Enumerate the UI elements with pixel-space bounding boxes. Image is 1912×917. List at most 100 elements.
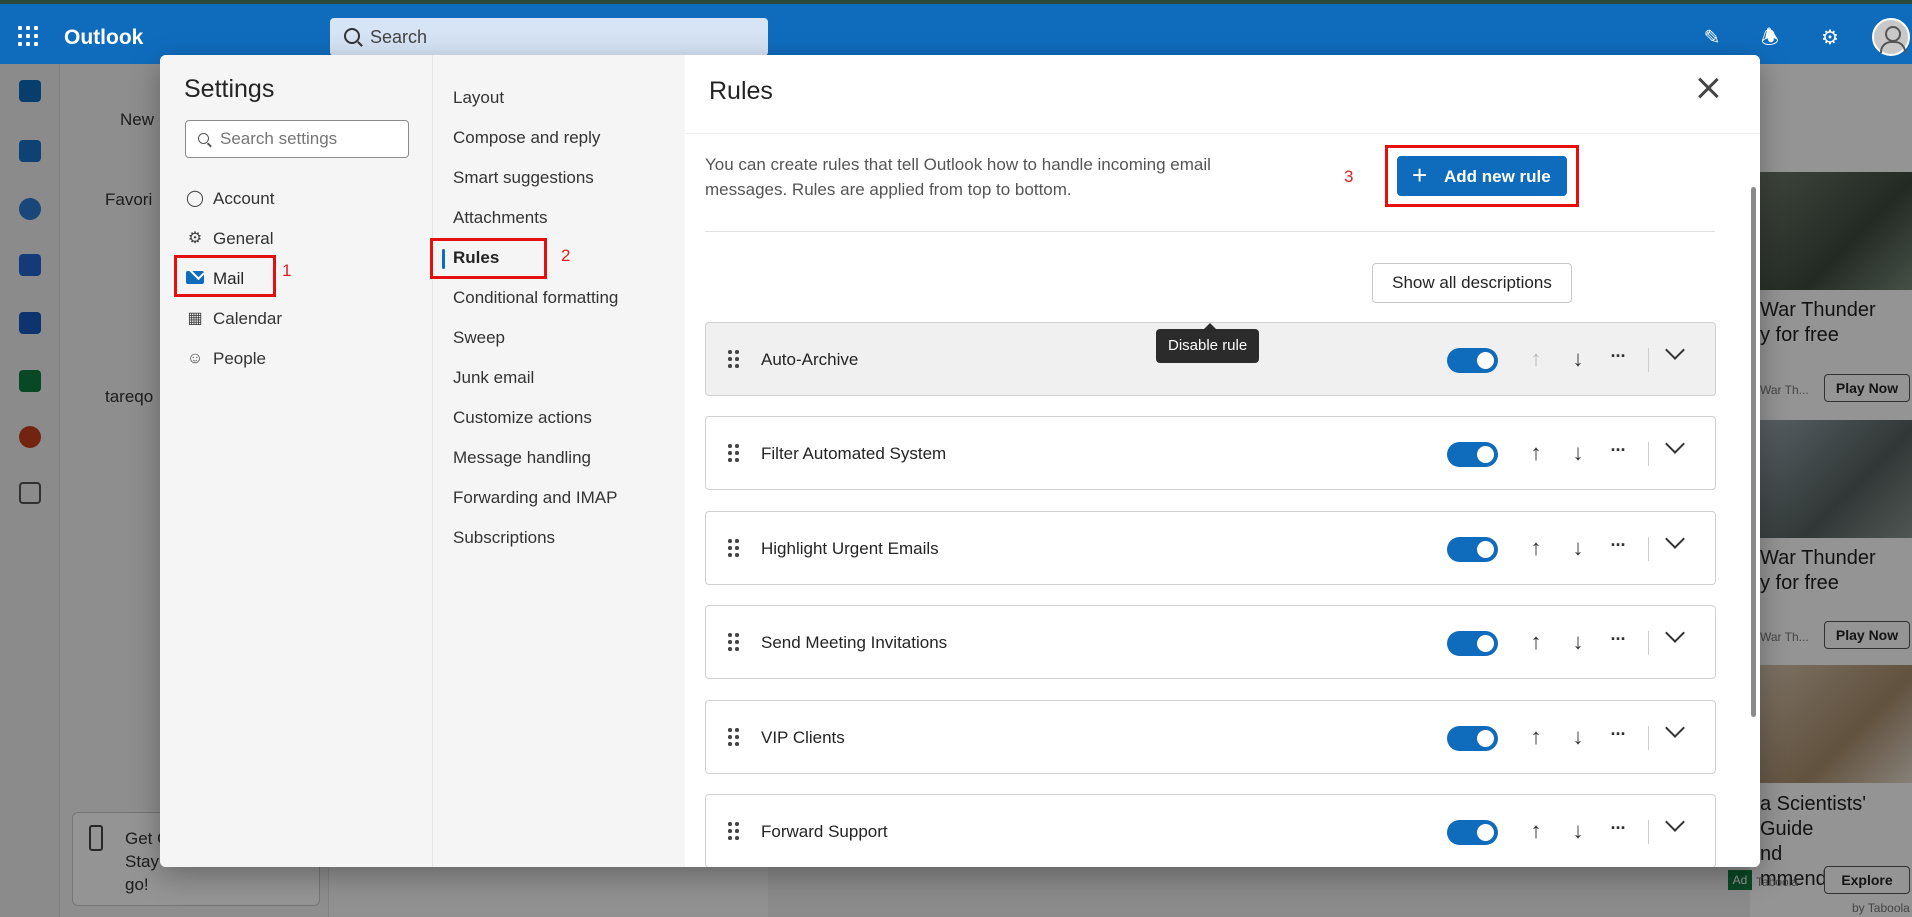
avatar[interactable] xyxy=(1872,18,1910,56)
rules-title: Rules xyxy=(709,77,773,105)
people-icon: ☺ xyxy=(186,350,204,367)
move-up-icon[interactable]: ↑ xyxy=(1524,439,1548,467)
add-new-rule-button[interactable]: + Add new rule xyxy=(1397,156,1567,196)
move-up-icon[interactable]: ↑ xyxy=(1524,723,1548,751)
section-message-handling[interactable]: Message handling xyxy=(453,448,591,468)
annotation-number: 2 xyxy=(561,246,571,265)
settings-search-box[interactable] xyxy=(185,120,409,158)
rule-toggle[interactable] xyxy=(1447,726,1498,751)
rule-row[interactable]: Send Meeting Invitations ↑ ↓ ··· xyxy=(705,605,1716,679)
section-conditional-formatting[interactable]: Conditional formatting xyxy=(453,288,618,308)
section-subscriptions[interactable]: Subscriptions xyxy=(453,528,555,548)
section-customize-actions[interactable]: Customize actions xyxy=(453,408,592,428)
search-icon xyxy=(198,133,209,144)
move-up-icon[interactable]: ↑ xyxy=(1524,534,1548,562)
move-up-icon[interactable]: ↑ xyxy=(1524,628,1548,656)
more-options-icon[interactable]: ··· xyxy=(1606,817,1630,845)
settings-search-input[interactable] xyxy=(220,129,400,149)
rule-row[interactable]: VIP Clients ↑ ↓ ··· xyxy=(705,700,1716,774)
app-brand: Outlook xyxy=(64,26,144,49)
section-attachments[interactable]: Attachments xyxy=(453,208,548,228)
section-compose[interactable]: Compose and reply xyxy=(453,128,600,148)
section-junk-email[interactable]: Junk email xyxy=(453,368,534,388)
move-down-icon[interactable]: ↓ xyxy=(1566,345,1590,373)
more-options-icon[interactable]: ··· xyxy=(1606,345,1630,373)
move-up-icon[interactable]: ↑ xyxy=(1524,345,1548,373)
category-calendar[interactable]: ▦ Calendar xyxy=(185,302,385,336)
rule-name: Auto-Archive xyxy=(761,350,859,369)
chevron-down-icon[interactable] xyxy=(1665,623,1685,643)
rule-name: Filter Automated System xyxy=(761,444,947,463)
drag-handle-icon[interactable] xyxy=(728,350,740,368)
show-all-descriptions-button[interactable]: Show all descriptions xyxy=(1372,263,1572,303)
rule-name: VIP Clients xyxy=(761,728,845,747)
move-up-icon[interactable]: ↑ xyxy=(1524,817,1548,845)
rule-name: Highlight Urgent Emails xyxy=(761,539,939,558)
settings-categories: Settings ◯ Account ⚙ General Mail ▦ Cale… xyxy=(160,55,432,867)
divider xyxy=(1648,348,1649,372)
divider xyxy=(1648,726,1649,750)
move-down-icon[interactable]: ↓ xyxy=(1566,723,1590,751)
annotation-number: 1 xyxy=(282,261,292,280)
more-options-icon[interactable]: ··· xyxy=(1606,439,1630,467)
rule-toggle[interactable] xyxy=(1447,631,1498,656)
more-options-icon[interactable]: ··· xyxy=(1606,723,1630,751)
chevron-down-icon[interactable] xyxy=(1665,340,1685,360)
move-down-icon[interactable]: ↓ xyxy=(1566,628,1590,656)
calendar-icon: ▦ xyxy=(187,310,203,327)
rule-row[interactable]: Highlight Urgent Emails ↑ ↓ ··· xyxy=(705,511,1716,585)
divider xyxy=(1648,442,1649,466)
gear-icon[interactable]: ⚙ xyxy=(1818,26,1842,50)
search-placeholder: Search xyxy=(370,27,428,47)
settings-title: Settings xyxy=(184,75,275,103)
mail-sections: Layout Compose and reply Smart suggestio… xyxy=(430,55,685,867)
move-down-icon[interactable]: ↓ xyxy=(1566,534,1590,562)
drag-handle-icon[interactable] xyxy=(728,822,740,840)
drag-handle-icon[interactable] xyxy=(728,728,740,746)
settings-dialog: Settings ◯ Account ⚙ General Mail ▦ Cale… xyxy=(160,55,1760,867)
category-general[interactable]: ⚙ General xyxy=(185,222,385,256)
divider xyxy=(685,133,1760,134)
person-icon: ◯ xyxy=(186,190,204,207)
chevron-down-icon[interactable] xyxy=(1665,529,1685,549)
rule-toggle[interactable] xyxy=(1447,820,1498,845)
annotation-box-2 xyxy=(430,238,547,279)
gear-icon: ⚙ xyxy=(187,230,203,247)
move-down-icon[interactable]: ↓ xyxy=(1566,817,1590,845)
scrollbar[interactable] xyxy=(1751,187,1756,717)
rule-toggle[interactable] xyxy=(1447,537,1498,562)
bell-icon[interactable]: 🕭 xyxy=(1758,26,1782,50)
divider xyxy=(705,231,1715,232)
more-options-icon[interactable]: ··· xyxy=(1606,628,1630,656)
more-options-icon[interactable]: ··· xyxy=(1606,534,1630,562)
section-forwarding-imap[interactable]: Forwarding and IMAP xyxy=(453,488,617,508)
section-smart-suggestions[interactable]: Smart suggestions xyxy=(453,168,594,188)
rule-toggle[interactable] xyxy=(1447,442,1498,467)
divider xyxy=(1648,820,1649,844)
rule-name: Forward Support xyxy=(761,822,888,841)
drag-handle-icon[interactable] xyxy=(728,539,740,557)
app-launcher-icon[interactable] xyxy=(18,26,40,48)
category-account[interactable]: ◯ Account xyxy=(185,182,385,216)
section-sweep[interactable]: Sweep xyxy=(453,328,505,348)
drag-handle-icon[interactable] xyxy=(728,444,740,462)
my-day-icon[interactable]: ✎ xyxy=(1700,26,1724,50)
rule-name: Send Meeting Invitations xyxy=(761,633,948,652)
annotation-box-1 xyxy=(174,255,276,297)
move-down-icon[interactable]: ↓ xyxy=(1566,439,1590,467)
search-box[interactable]: Search xyxy=(330,18,768,56)
close-icon[interactable] xyxy=(1693,73,1723,103)
divider xyxy=(1648,631,1649,655)
chevron-down-icon[interactable] xyxy=(1665,718,1685,738)
chevron-down-icon[interactable] xyxy=(1665,434,1685,454)
chevron-down-icon[interactable] xyxy=(1665,812,1685,832)
section-layout[interactable]: Layout xyxy=(453,88,504,108)
rules-panel: Rules You can create rules that tell Out… xyxy=(685,55,1760,867)
rule-row[interactable]: Forward Support ↑ ↓ ··· xyxy=(705,794,1716,867)
rule-row[interactable]: Filter Automated System ↑ ↓ ··· xyxy=(705,416,1716,490)
rules-description: You can create rules that tell Outlook h… xyxy=(705,155,1211,199)
divider xyxy=(1648,537,1649,561)
drag-handle-icon[interactable] xyxy=(728,633,740,651)
category-people[interactable]: ☺ People xyxy=(185,342,385,376)
rule-toggle[interactable] xyxy=(1447,348,1498,373)
